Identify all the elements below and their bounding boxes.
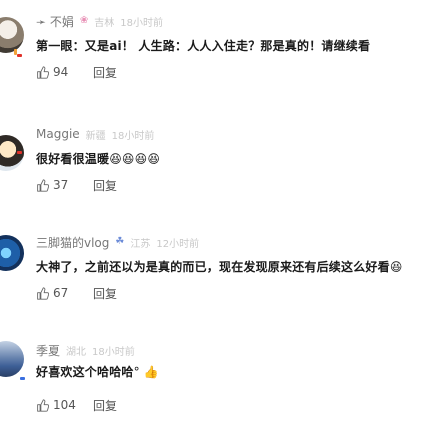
comment-text: 好喜欢这个哈哈哈° 👍: [36, 363, 159, 380]
user-avatar[interactable]: [0, 341, 24, 377]
comment-actions: 104 回复: [36, 396, 117, 414]
like-count: 94: [53, 65, 69, 79]
comment-emoji: ° 👍: [133, 365, 159, 379]
location: 新疆: [85, 130, 106, 142]
comment-header: 季夏 湖北 18小时前: [36, 341, 135, 359]
like-count: 104: [53, 398, 76, 412]
comment-emoji: 😆: [389, 260, 403, 274]
avatar-badge: [17, 151, 22, 154]
comment-emoji: 😆😆😆😆: [109, 152, 161, 166]
thumbs-up-icon: [37, 178, 49, 192]
username[interactable]: ➛ 不娟: [36, 13, 74, 30]
thumbs-up-icon: [37, 398, 49, 412]
comment-actions: 94 回复: [36, 63, 117, 81]
username[interactable]: 三脚猫的vlog: [36, 234, 109, 251]
location: 江苏: [130, 238, 151, 250]
thumbs-up-icon: [37, 65, 49, 79]
comment-text: 大神了，之前还以为是真的而已，现在发现原来还有后续这么好看😆: [36, 258, 403, 275]
timestamp: 18小时前: [120, 17, 163, 29]
reply-button[interactable]: 回复: [93, 177, 117, 194]
comment-header: ➛ 不娟 ❀ 吉林 18小时前: [36, 12, 163, 30]
username[interactable]: 季夏: [36, 342, 60, 359]
comment-actions: 67 回复: [36, 284, 117, 302]
like-button[interactable]: 94: [36, 65, 77, 79]
like-button[interactable]: 67: [36, 286, 77, 300]
comment-header: Maggie 新疆 18小时前: [36, 125, 154, 143]
comment-text-content: 大神了，之前还以为是真的而已，现在发现原来还有后续这么好看: [36, 260, 390, 274]
reply-button[interactable]: 回复: [93, 64, 117, 81]
username[interactable]: Maggie: [36, 127, 80, 141]
thumbs-up-icon: [37, 286, 49, 300]
comment-feed: ➛ 不娟 ❀ 吉林 18小时前 第一眼：又是ai！ 人生路：人人入住走？那是真的…: [0, 0, 435, 435]
comment-text: 很好看很温暖😆😆😆😆: [36, 150, 160, 167]
comment-item: 季夏 湖北 18小时前 好喜欢这个哈哈哈° 👍 104 回复: [0, 341, 435, 414]
timestamp: 18小时前: [111, 130, 155, 142]
user-avatar[interactable]: [0, 17, 24, 53]
clover-tag-icon: ☘: [115, 236, 125, 247]
like-button[interactable]: 104: [36, 398, 77, 412]
like-count: 37: [53, 178, 69, 192]
comment-text: 第一眼：又是ai！ 人生路：人人入住走？那是真的！请继续看: [36, 37, 370, 54]
comment-item: Maggie 新疆 18小时前 很好看很温暖😆😆😆😆 37 回复: [0, 125, 435, 195]
location: 湖北: [66, 346, 87, 358]
comment-text-content: 好喜欢这个哈哈哈: [36, 365, 134, 379]
user-avatar[interactable]: [0, 235, 24, 271]
timestamp: 12小时前: [156, 238, 200, 250]
avatar-badge: [20, 377, 25, 380]
avatar-badge: [17, 54, 22, 57]
comment-actions: 37 回复: [36, 176, 117, 194]
flower-tag-icon: ❀: [79, 15, 89, 26]
timestamp: 18小时前: [92, 346, 135, 358]
comment-text-content: 很好看很温暖: [36, 152, 110, 166]
comment-item: ➛ 不娟 ❀ 吉林 18小时前 第一眼：又是ai！ 人生路：人人入住走？那是真的…: [0, 12, 435, 82]
comment-item: 三脚猫的vlog ☘ 江苏 12小时前 大神了，之前还以为是真的而已，现在发现原…: [0, 233, 435, 303]
like-count: 67: [53, 286, 69, 300]
reply-button[interactable]: 回复: [93, 285, 117, 302]
reply-button[interactable]: 回复: [93, 397, 117, 414]
location: 吉林: [94, 17, 115, 29]
comment-text-content: 第一眼：又是ai！ 人生路：人人入住走？那是真的！请继续看: [36, 39, 371, 53]
comment-header: 三脚猫的vlog ☘ 江苏 12小时前: [36, 233, 199, 251]
like-button[interactable]: 37: [36, 178, 77, 192]
